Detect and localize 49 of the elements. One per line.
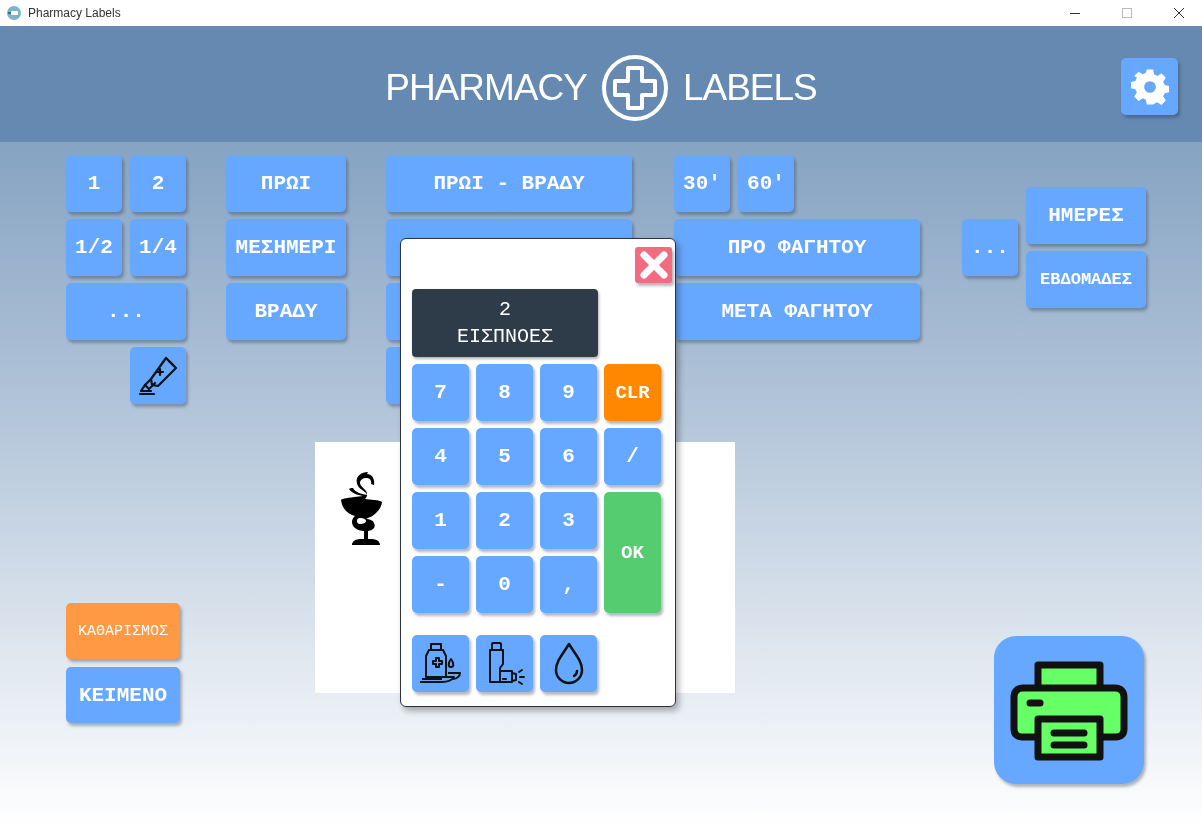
key-button[interactable]: -: [412, 556, 469, 613]
settings-icon: [1130, 67, 1169, 106]
time-button[interactable]: ΒΡΑΔΥ: [226, 283, 346, 340]
print-button[interactable]: [994, 636, 1144, 784]
meal-button[interactable]: 30': [674, 155, 730, 212]
more-button[interactable]: ...: [962, 219, 1018, 276]
meal-button[interactable]: ΠΡΟ ΦΑΓΗΤΟΥ: [674, 219, 920, 276]
key-button[interactable]: ,: [540, 556, 597, 613]
display-text: ΕΙΣΠΝΟΕΣ: [457, 324, 553, 350]
ointment-button[interactable]: [130, 347, 186, 404]
window-title: Pharmacy Labels: [28, 6, 122, 20]
app-title-word: LABELS: [682, 67, 817, 109]
close-button[interactable]: [635, 247, 672, 283]
key-button[interactable]: 9: [540, 364, 597, 421]
quantity-button[interactable]: 2: [130, 155, 186, 212]
key-button[interactable]: 8: [476, 364, 533, 421]
quantity-button[interactable]: 1: [66, 155, 122, 212]
key-button[interactable]: 7: [412, 364, 469, 421]
unit-button[interactable]: ΕΒΔΟΜΑΔΕΣ: [1026, 251, 1146, 308]
meal-button[interactable]: ΜΕΤΑ ΦΑΓΗΤΟΥ: [674, 283, 920, 340]
clear-key[interactable]: CLR: [604, 364, 661, 421]
cross-circle-icon: [600, 54, 669, 122]
key-button[interactable]: 1: [412, 492, 469, 549]
app-title-word: PHARMACY: [385, 67, 587, 109]
key-button[interactable]: 4: [412, 428, 469, 485]
time-button[interactable]: ΠΡΩΙ: [226, 155, 346, 212]
drops-button[interactable]: [540, 635, 597, 692]
inhaler-button[interactable]: [476, 635, 533, 692]
close-icon: [639, 251, 668, 279]
time-button[interactable]: ΜΕΣΗΜΕΡΙ: [226, 219, 346, 276]
key-button[interactable]: 5: [476, 428, 533, 485]
syrup-button[interactable]: [412, 635, 469, 692]
key-button[interactable]: 2: [476, 492, 533, 549]
quantity-button[interactable]: 1/4: [130, 219, 186, 276]
clear-button[interactable]: ΚΑΘΑΡΙΣΜΟΣ: [66, 603, 180, 659]
quantity-button[interactable]: ...: [66, 283, 186, 340]
key-button[interactable]: 3: [540, 492, 597, 549]
key-button[interactable]: 6: [540, 428, 597, 485]
unit-button[interactable]: ΗΜΕΡΕΣ: [1026, 187, 1146, 244]
quantity-button[interactable]: 1/2: [66, 219, 122, 276]
display-text: 2: [499, 297, 511, 323]
key-button[interactable]: 0: [476, 556, 533, 613]
ok-button[interactable]: OK: [604, 492, 661, 613]
meal-button[interactable]: 60': [738, 155, 794, 212]
key-button[interactable]: /: [604, 428, 661, 485]
schedule-button[interactable]: ΠΡΩΙ - ΒΡΑΔΥ: [386, 155, 632, 212]
app-icon: [6, 5, 22, 21]
text-button[interactable]: ΚΕΙΜΕΝΟ: [66, 667, 180, 723]
close-icon[interactable]: [1174, 8, 1184, 18]
